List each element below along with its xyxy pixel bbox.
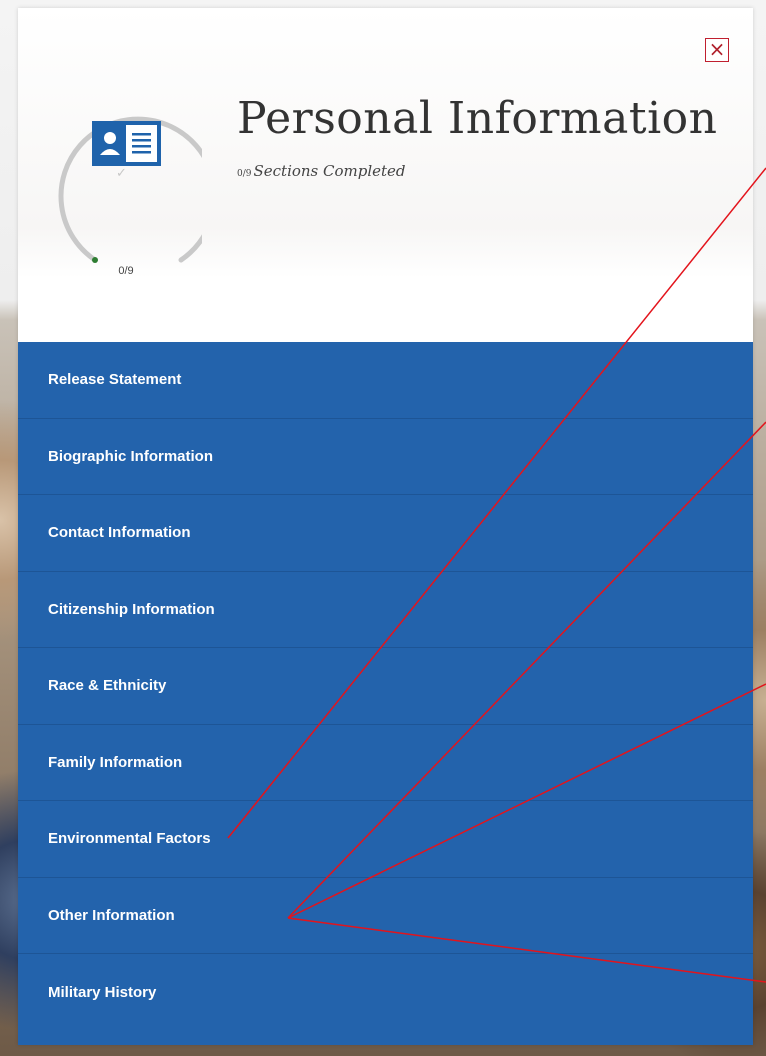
section-label: Race & Ethnicity — [48, 677, 167, 695]
section-item-military-history[interactable]: Military History — [18, 954, 753, 1031]
section-item-biographic-information[interactable]: Biographic Information — [18, 419, 753, 495]
completion-count: 0/9 — [237, 169, 252, 179]
close-icon: × — [708, 37, 726, 61]
section-item-environmental-factors[interactable]: Environmental Factors — [18, 801, 753, 878]
section-item-family-information[interactable]: Family Information — [18, 725, 753, 801]
section-label: Release Statement — [48, 371, 182, 389]
section-label: Biographic Information — [48, 447, 213, 465]
section-item-race-ethnicity[interactable]: Race & Ethnicity — [18, 648, 753, 725]
close-button[interactable]: × — [705, 38, 729, 62]
page-title: Personal Information — [237, 93, 718, 144]
section-label: Citizenship Information — [48, 600, 215, 618]
progress-dot — [92, 257, 98, 263]
progress-count: 0/9 — [118, 265, 134, 277]
panel-header: ✓ 0/9 Personal Information 0/9 Sections C… — [18, 8, 753, 342]
section-item-contact-information[interactable]: Contact Information — [18, 495, 753, 572]
section-label: Military History — [48, 983, 157, 1001]
completion-text: Sections Completed — [253, 162, 406, 180]
section-item-citizenship-information[interactable]: Citizenship Information — [18, 572, 753, 648]
contact-card-icon — [92, 121, 161, 166]
section-list: Release Statement Biographic Information… — [18, 342, 753, 1045]
section-label: Environmental Factors — [48, 830, 211, 848]
completion-status: 0/9 Sections Completed — [237, 162, 406, 180]
section-label: Contact Information — [48, 524, 191, 542]
section-label: Other Information — [48, 906, 175, 924]
check-icon: ✓ — [116, 165, 127, 180]
section-label: Family Information — [48, 753, 183, 771]
section-item-release-statement[interactable]: Release Statement — [18, 342, 753, 419]
personal-information-panel: ✓ 0/9 Personal Information 0/9 Sections C… — [18, 8, 753, 1045]
section-item-other-information[interactable]: Other Information — [18, 878, 753, 954]
